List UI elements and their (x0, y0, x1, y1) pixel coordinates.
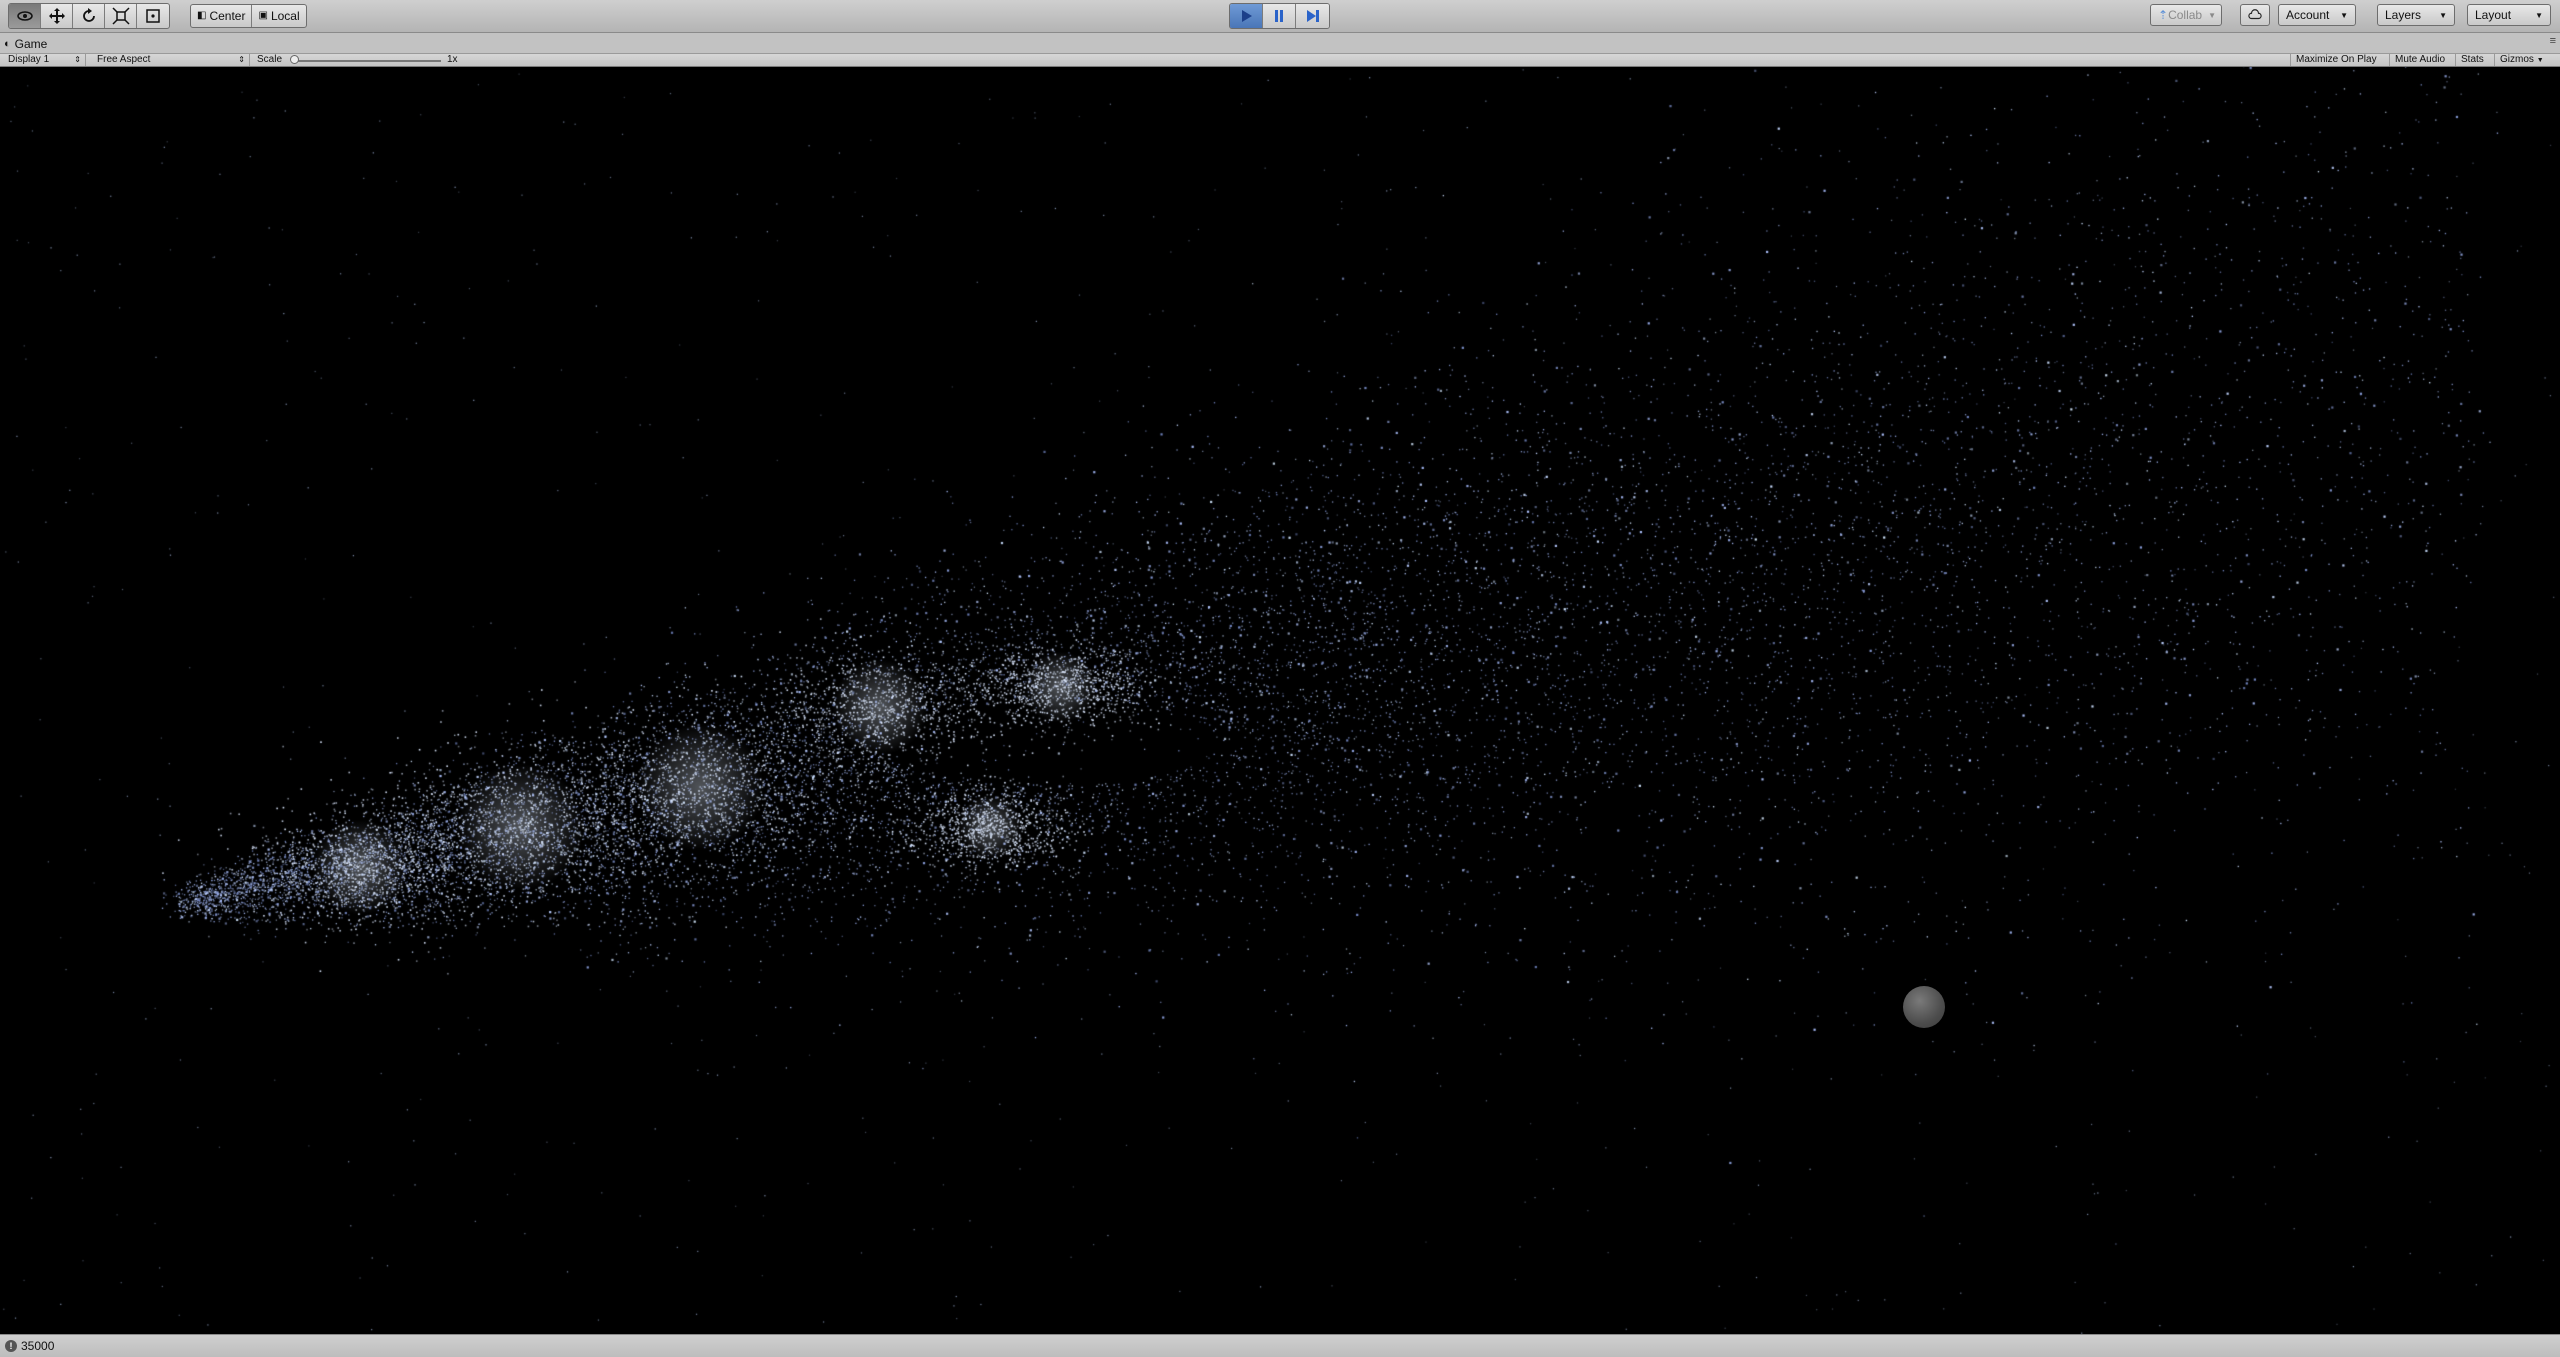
chevron-down-icon: ▼ (2535, 10, 2543, 20)
scale-slider-track[interactable] (293, 60, 441, 62)
transform-tools (8, 3, 170, 29)
step-button[interactable] (1296, 4, 1329, 28)
account-dropdown[interactable]: Account ▼ (2278, 4, 2356, 26)
pivot-toggles: ◧ Center ▣ Local (190, 4, 307, 28)
panel-menu-icon[interactable]: ≡ (2550, 35, 2556, 47)
scale-value: 1x (447, 54, 458, 65)
layers-dropdown[interactable]: Layers ▼ (2377, 4, 2455, 26)
particle-field (0, 67, 2560, 1334)
pivot-center-icon: ◧ (197, 10, 207, 21)
play-icon (1242, 10, 1252, 22)
playback-controls (1229, 3, 1330, 29)
move-arrows-icon (48, 8, 65, 24)
game-viewport[interactable] (0, 67, 2560, 1334)
tab-game[interactable]: ◐ Game (4, 35, 47, 53)
panel-tab-row: ◐ Game ≡ (0, 33, 2560, 54)
rect-transform-icon (146, 9, 160, 23)
pause-icon (1275, 10, 1283, 22)
pivot-local-button[interactable]: ▣ Local (252, 5, 305, 27)
stats-toggle[interactable]: Stats (2455, 54, 2489, 66)
scale-slider-thumb[interactable] (290, 55, 299, 64)
layout-label: Layout (2475, 8, 2512, 22)
display-label: Display 1 (8, 54, 50, 65)
tab-game-label: Game (14, 37, 48, 51)
gizmos-label: Gizmos (2500, 54, 2534, 65)
step-icon (1306, 10, 1319, 22)
eye-icon (16, 11, 33, 21)
game-view-toolbar: Display 1 ⇕ Free Aspect ⇕ Scale 1x Maxim… (0, 54, 2560, 67)
gizmos-dropdown[interactable]: Gizmos ▼ (2494, 54, 2549, 66)
maximize-on-play-toggle[interactable]: Maximize On Play (2290, 54, 2382, 66)
cloud-button[interactable] (2240, 4, 2270, 26)
chevron-down-icon: ▼ (2439, 10, 2447, 20)
scale-tool-button[interactable] (105, 4, 137, 28)
account-label: Account (2286, 8, 2330, 22)
pause-button[interactable] (1263, 4, 1296, 28)
updown-arrows-icon: ⇕ (74, 55, 81, 64)
display-dropdown[interactable]: Display 1 ⇕ (0, 54, 86, 66)
layers-label: Layers (2385, 8, 2422, 22)
pivot-center-button[interactable]: ◧ Center (191, 5, 253, 27)
collab-dropdown[interactable]: ⇡ Collab ▼ (2150, 4, 2222, 26)
status-bar: ! 35000 (0, 1334, 2560, 1357)
rotate-icon (82, 8, 95, 22)
pivot-local-label: Local (270, 9, 300, 23)
view-tool-button[interactable] (9, 4, 41, 28)
aspect-dropdown[interactable]: Free Aspect ⇕ (88, 54, 250, 66)
pivot-center-label: Center (209, 9, 246, 23)
rotate-tool-button[interactable] (73, 4, 105, 28)
status-text: 35000 (21, 1339, 55, 1353)
updown-arrows-icon: ⇕ (238, 55, 245, 64)
scale-icon (111, 7, 130, 25)
move-tool-button[interactable] (41, 4, 73, 28)
gray-sphere (1903, 986, 1945, 1028)
chevron-down-icon: ▼ (2340, 10, 2348, 20)
info-icon: ! (5, 1340, 17, 1352)
cloud-icon (2248, 9, 2262, 20)
layout-dropdown[interactable]: Layout ▼ (2467, 4, 2551, 26)
collab-label: Collab (2168, 8, 2203, 22)
rect-tool-button[interactable] (137, 4, 169, 28)
play-button[interactable] (1230, 4, 1263, 28)
pivot-local-icon: ▣ (258, 10, 268, 21)
chevron-down-icon: ▼ (2536, 57, 2544, 64)
main-toolbar: ◧ Center ▣ Local ⇡ Collab ▼ Account ▼ La… (0, 0, 2560, 33)
collab-icon: ⇡ (2158, 8, 2169, 22)
chevron-down-icon: ▼ (2208, 10, 2217, 20)
mute-audio-toggle[interactable]: Mute Audio (2389, 54, 2450, 66)
scale-label: Scale (257, 54, 283, 65)
aspect-label: Free Aspect (97, 54, 151, 65)
game-controller-icon: ◐ (4, 38, 11, 50)
